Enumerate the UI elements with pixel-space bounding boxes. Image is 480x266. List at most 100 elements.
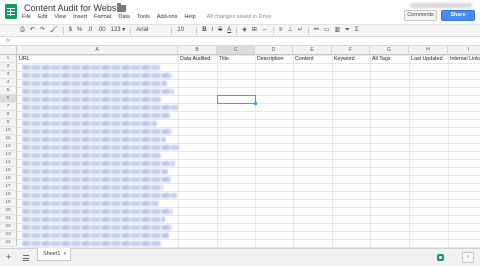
comments-button[interactable]: Comments (404, 10, 437, 21)
column-gridline (255, 55, 256, 248)
column-gridline (217, 55, 218, 248)
menu-tools[interactable]: Tools (137, 13, 150, 22)
side-panel-toggle-button[interactable]: › (462, 252, 474, 263)
redacted-url-value (22, 192, 177, 198)
row-header-23[interactable]: 23 (0, 231, 17, 239)
row-header-17[interactable]: 17 (0, 183, 17, 191)
sheet-tab-sheet1[interactable]: Sheet1 ▾ (37, 248, 71, 261)
insert-chart-icon[interactable]: ▥ (334, 25, 340, 36)
folder-icon[interactable] (117, 3, 126, 12)
column-header-i[interactable]: I (448, 46, 480, 55)
row-header-14[interactable]: 14 (0, 159, 17, 167)
redacted-url-value (22, 96, 162, 102)
redacted-url-value (22, 168, 168, 174)
header-cell-c[interactable]: Title (219, 55, 254, 63)
text-color-button[interactable]: A (227, 25, 231, 36)
menu-view[interactable]: View (54, 13, 66, 22)
row-header-11[interactable]: 11 (0, 135, 17, 143)
italic-button[interactable]: I (212, 25, 214, 36)
insert-comment-icon[interactable]: ▭ (324, 25, 330, 36)
filter-icon[interactable]: ⏷ (345, 25, 350, 36)
row-header-15[interactable]: 15 (0, 167, 17, 175)
row-header-9[interactable]: 9 (0, 119, 17, 127)
decrease-decimal-button[interactable]: .0 (87, 25, 92, 36)
currency-format-button[interactable]: $ (69, 25, 72, 36)
row-header-10[interactable]: 10 (0, 127, 17, 135)
row-header-5[interactable]: 5 (0, 87, 17, 95)
header-cell-d[interactable]: Description (257, 55, 292, 63)
borders-icon[interactable]: ⊞ (252, 25, 257, 36)
menu-data[interactable]: Data (118, 13, 130, 22)
menu-add-ons[interactable]: Add-ons (157, 13, 178, 22)
column-header-b[interactable]: B (178, 46, 217, 55)
column-gridline (409, 55, 410, 248)
header-cell-b[interactable]: Data Audited (180, 55, 216, 63)
functions-icon[interactable]: Σ (355, 25, 359, 36)
row-header-4[interactable]: 4 (0, 79, 17, 87)
row-header-16[interactable]: 16 (0, 175, 17, 183)
toolbar-divider (236, 26, 238, 35)
align-left-icon[interactable]: ≡ (279, 25, 283, 36)
selected-cell[interactable] (217, 95, 257, 105)
column-gridline (293, 55, 294, 248)
header-cell-h[interactable]: Last Updated (411, 55, 447, 63)
row-header-2[interactable]: 2 (0, 63, 17, 71)
row-header-18[interactable]: 18 (0, 191, 17, 199)
insert-link-icon[interactable]: ⚯ (314, 25, 319, 36)
print-icon[interactable]: ⎙ (20, 25, 25, 36)
wrap-text-icon[interactable]: ↵ (298, 25, 303, 36)
column-header-d[interactable]: D (255, 46, 293, 55)
explore-icon[interactable] (437, 254, 444, 261)
menu-edit[interactable]: Edit (38, 13, 47, 22)
header-cell-i[interactable]: Internal Links (450, 55, 480, 63)
header-cell-g[interactable]: All Tags (372, 55, 408, 63)
increase-decimal-button[interactable]: .00 (97, 25, 105, 36)
formula-bar[interactable]: fx (0, 37, 480, 46)
strikethrough-button[interactable]: S (218, 25, 222, 36)
row-header-7[interactable]: 7 (0, 103, 17, 111)
column-header-a[interactable]: A (17, 46, 178, 55)
merge-cells-icon[interactable]: ⇔ (262, 25, 268, 36)
share-button[interactable]: Share (441, 10, 475, 21)
percent-format-button[interactable]: % (77, 25, 82, 36)
column-header-f[interactable]: F (332, 46, 370, 55)
header-cell-e[interactable]: Content (295, 55, 331, 63)
row-header-24[interactable]: 24 (0, 239, 17, 247)
column-header-e[interactable]: E (293, 46, 332, 55)
column-header-c[interactable]: C (217, 46, 255, 55)
bold-button[interactable]: B (202, 25, 206, 36)
menu-help[interactable]: Help (184, 13, 195, 22)
menu-file[interactable]: File (22, 13, 31, 22)
row-header-13[interactable]: 13 (0, 151, 17, 159)
save-status[interactable]: All changes saved in Drive (207, 13, 272, 22)
row-header-8[interactable]: 8 (0, 111, 17, 119)
row-header-20[interactable]: 20 (0, 207, 17, 215)
menu-format[interactable]: Format (94, 13, 111, 22)
star-icon[interactable]: ☆ (103, 2, 111, 13)
row-header-22[interactable]: 22 (0, 223, 17, 231)
row-header-12[interactable]: 12 (0, 143, 17, 151)
row-header-19[interactable]: 19 (0, 199, 17, 207)
undo-icon[interactable]: ↶ (30, 25, 35, 36)
font-size-dropdown[interactable]: 10 (177, 25, 191, 36)
font-dropdown[interactable]: Arial (136, 25, 166, 36)
sheet-tab-menu-icon[interactable]: ▾ (63, 248, 66, 260)
add-sheet-button[interactable]: + (6, 252, 11, 263)
header-cell-a[interactable]: URL (19, 55, 177, 63)
number-format-dropdown[interactable]: 123 ▾ (111, 25, 126, 36)
paint-format-icon[interactable]: 🖌 (50, 25, 58, 36)
redo-icon[interactable]: ↷ (40, 25, 45, 36)
column-header-g[interactable]: G (370, 46, 409, 55)
row-header-3[interactable]: 3 (0, 71, 17, 79)
row-header-1[interactable]: 1 (0, 55, 17, 63)
menu-insert[interactable]: Insert (73, 13, 87, 22)
select-all-corner[interactable] (0, 46, 17, 55)
vertical-align-icon[interactable]: ⊥ (287, 25, 292, 36)
header-cell-f[interactable]: Keyword (334, 55, 369, 63)
row-header-21[interactable]: 21 (0, 215, 17, 223)
toolbar-divider (62, 26, 64, 35)
all-sheets-icon[interactable] (23, 255, 29, 261)
fill-color-icon[interactable]: ◈ (242, 25, 247, 36)
row-header-6[interactable]: 6 (0, 95, 17, 103)
column-header-h[interactable]: H (409, 46, 448, 55)
